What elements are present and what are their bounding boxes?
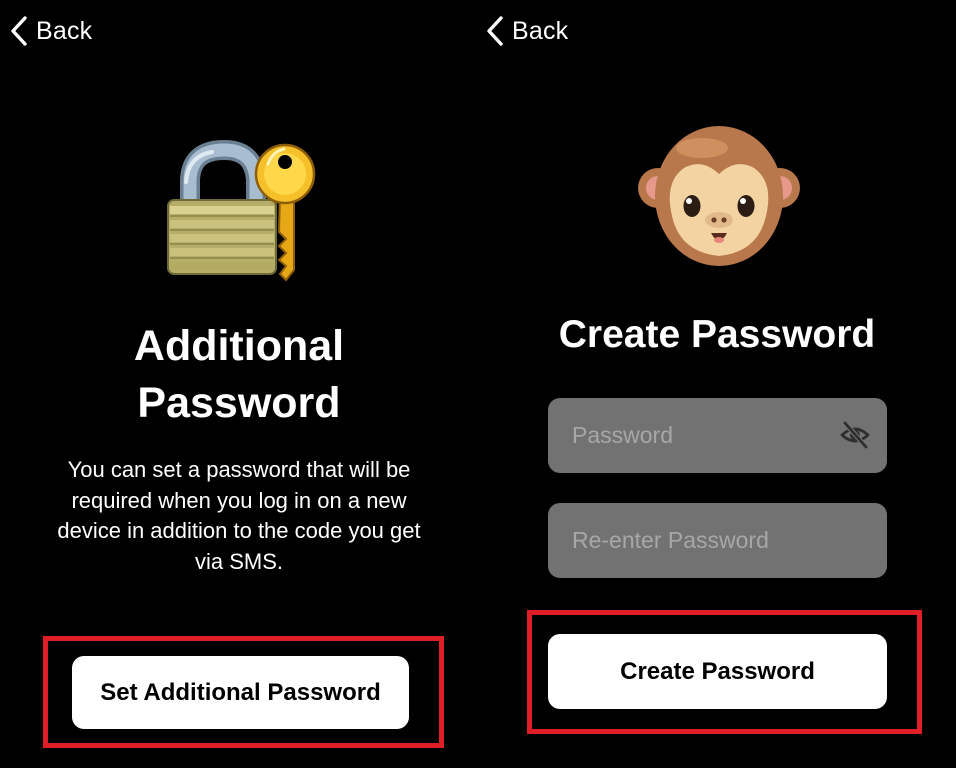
back-button[interactable]: Back bbox=[10, 12, 92, 50]
lock-with-key-icon bbox=[167, 140, 316, 282]
page-title: Additional Password bbox=[0, 318, 478, 432]
back-label: Back bbox=[512, 16, 569, 45]
create-password-screen: Back Create Password Create Password bbox=[478, 0, 956, 768]
title-line-1: Additional bbox=[133, 322, 345, 370]
description-text: You can set a password that will be requ… bbox=[57, 457, 421, 574]
create-password-button[interactable]: Create Password bbox=[548, 634, 887, 709]
reenter-password-input[interactable] bbox=[572, 527, 832, 554]
chevron-left-icon bbox=[487, 16, 503, 46]
password-input[interactable] bbox=[572, 422, 832, 449]
monkey-face-icon bbox=[638, 126, 800, 266]
chevron-left-icon bbox=[11, 16, 27, 46]
additional-password-screen: Back Additional Password You can set a p… bbox=[0, 0, 478, 768]
back-label: Back bbox=[36, 16, 93, 45]
set-additional-password-button[interactable]: Set Additional Password bbox=[72, 656, 409, 729]
reenter-password-field[interactable] bbox=[548, 503, 887, 578]
page-title: Create Password bbox=[558, 313, 876, 356]
password-field[interactable] bbox=[548, 398, 887, 473]
title-line-2: Password bbox=[137, 379, 341, 427]
back-button[interactable]: Back bbox=[486, 12, 568, 50]
eye-slash-icon[interactable] bbox=[839, 420, 871, 450]
